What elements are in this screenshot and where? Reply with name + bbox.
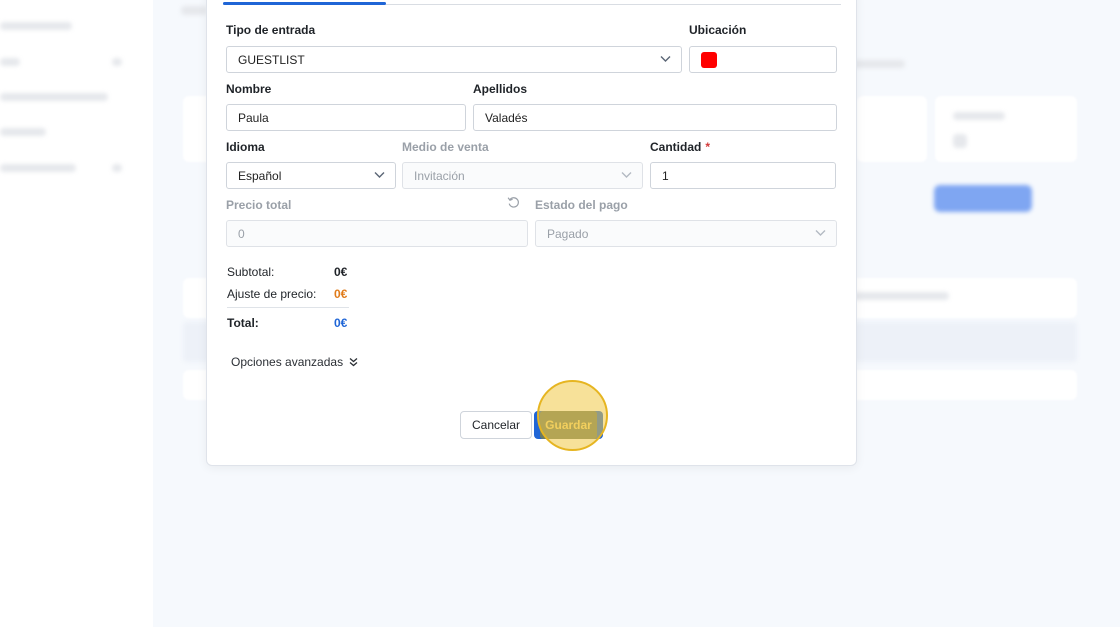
modal-active-tab-indicator[interactable]: [223, 2, 386, 5]
advanced-options-label: Opciones avanzadas: [231, 355, 344, 369]
total-price-input[interactable]: 0: [226, 220, 528, 247]
location-label: Ubicación: [689, 23, 747, 37]
bg-nav-item: [0, 22, 72, 30]
ticket-type-select[interactable]: GUESTLIST: [226, 46, 682, 73]
sales-channel-select[interactable]: Invitación: [402, 162, 643, 189]
quantity-value: 1: [662, 168, 669, 183]
bg-nav-item: [0, 128, 46, 136]
ticket-type-value: GUESTLIST: [238, 52, 305, 67]
bg-card-value: [953, 134, 967, 148]
advanced-options-toggle[interactable]: Opciones avanzadas: [231, 355, 358, 369]
chevron-down-icon: [660, 56, 671, 62]
bg-nav-item: [0, 164, 76, 172]
first-name-value: Paula: [238, 110, 269, 125]
last-name-input[interactable]: Valadés: [473, 104, 837, 131]
language-label: Idioma: [226, 140, 265, 154]
language-select[interactable]: Español: [226, 162, 396, 189]
bg-filter: [853, 292, 949, 300]
summary-divider: [227, 307, 349, 308]
sales-channel-value: Invitación: [414, 168, 465, 183]
required-mark: *: [705, 140, 711, 154]
payment-status-value: Pagado: [547, 226, 589, 241]
subtotal-label: Subtotal:: [227, 265, 275, 279]
price-adjust-value: 0€: [334, 287, 348, 301]
quantity-label-text: Cantidad: [650, 140, 702, 154]
bg-nav-chevron: [112, 58, 122, 66]
bg-card-label: [953, 112, 1005, 120]
location-color-picker[interactable]: [689, 46, 837, 73]
chevron-down-icon: [374, 172, 385, 178]
bg-nav-item: [0, 58, 20, 66]
cancel-button[interactable]: Cancelar: [460, 411, 532, 439]
bg-primary-button: [934, 185, 1032, 212]
location-color-swatch[interactable]: [701, 51, 717, 68]
payment-status-select[interactable]: Pagado: [535, 220, 837, 247]
sales-channel-label: Medio de venta: [402, 140, 489, 154]
last-name-label: Apellidos: [473, 82, 528, 96]
save-button[interactable]: Guardar: [534, 411, 603, 439]
bg-card: [857, 96, 927, 162]
total-price-placeholder: 0: [238, 226, 245, 241]
total-label: Total:: [227, 316, 259, 330]
last-name-value: Valadés: [485, 110, 528, 125]
payment-status-label: Estado del pago: [535, 198, 628, 212]
first-name-label: Nombre: [226, 82, 272, 96]
bg-nav-item: [0, 93, 108, 101]
reset-price-icon[interactable]: [507, 196, 520, 209]
total-price-label: Precio total: [226, 198, 292, 212]
first-name-input[interactable]: Paula: [226, 104, 466, 131]
save-button-label: Guardar: [545, 418, 592, 432]
background-sidebar: [0, 0, 153, 627]
language-value: Español: [238, 168, 282, 183]
quantity-input[interactable]: 1: [650, 162, 836, 189]
subtotal-value: 0€: [334, 265, 348, 279]
bg-nav-chevron: [112, 164, 122, 172]
quantity-label: Cantidad *: [650, 140, 710, 154]
double-chevron-down-icon: [349, 358, 358, 367]
total-value: 0€: [334, 316, 348, 330]
bg-tab: [853, 60, 905, 68]
price-adjust-label: Ajuste de precio:: [227, 287, 317, 301]
bg-heading: [181, 6, 207, 15]
chevron-down-icon: [815, 230, 826, 236]
ticket-type-label: Tipo de entrada: [226, 23, 316, 37]
bg-card: [935, 96, 1077, 162]
chevron-down-icon: [621, 172, 632, 178]
